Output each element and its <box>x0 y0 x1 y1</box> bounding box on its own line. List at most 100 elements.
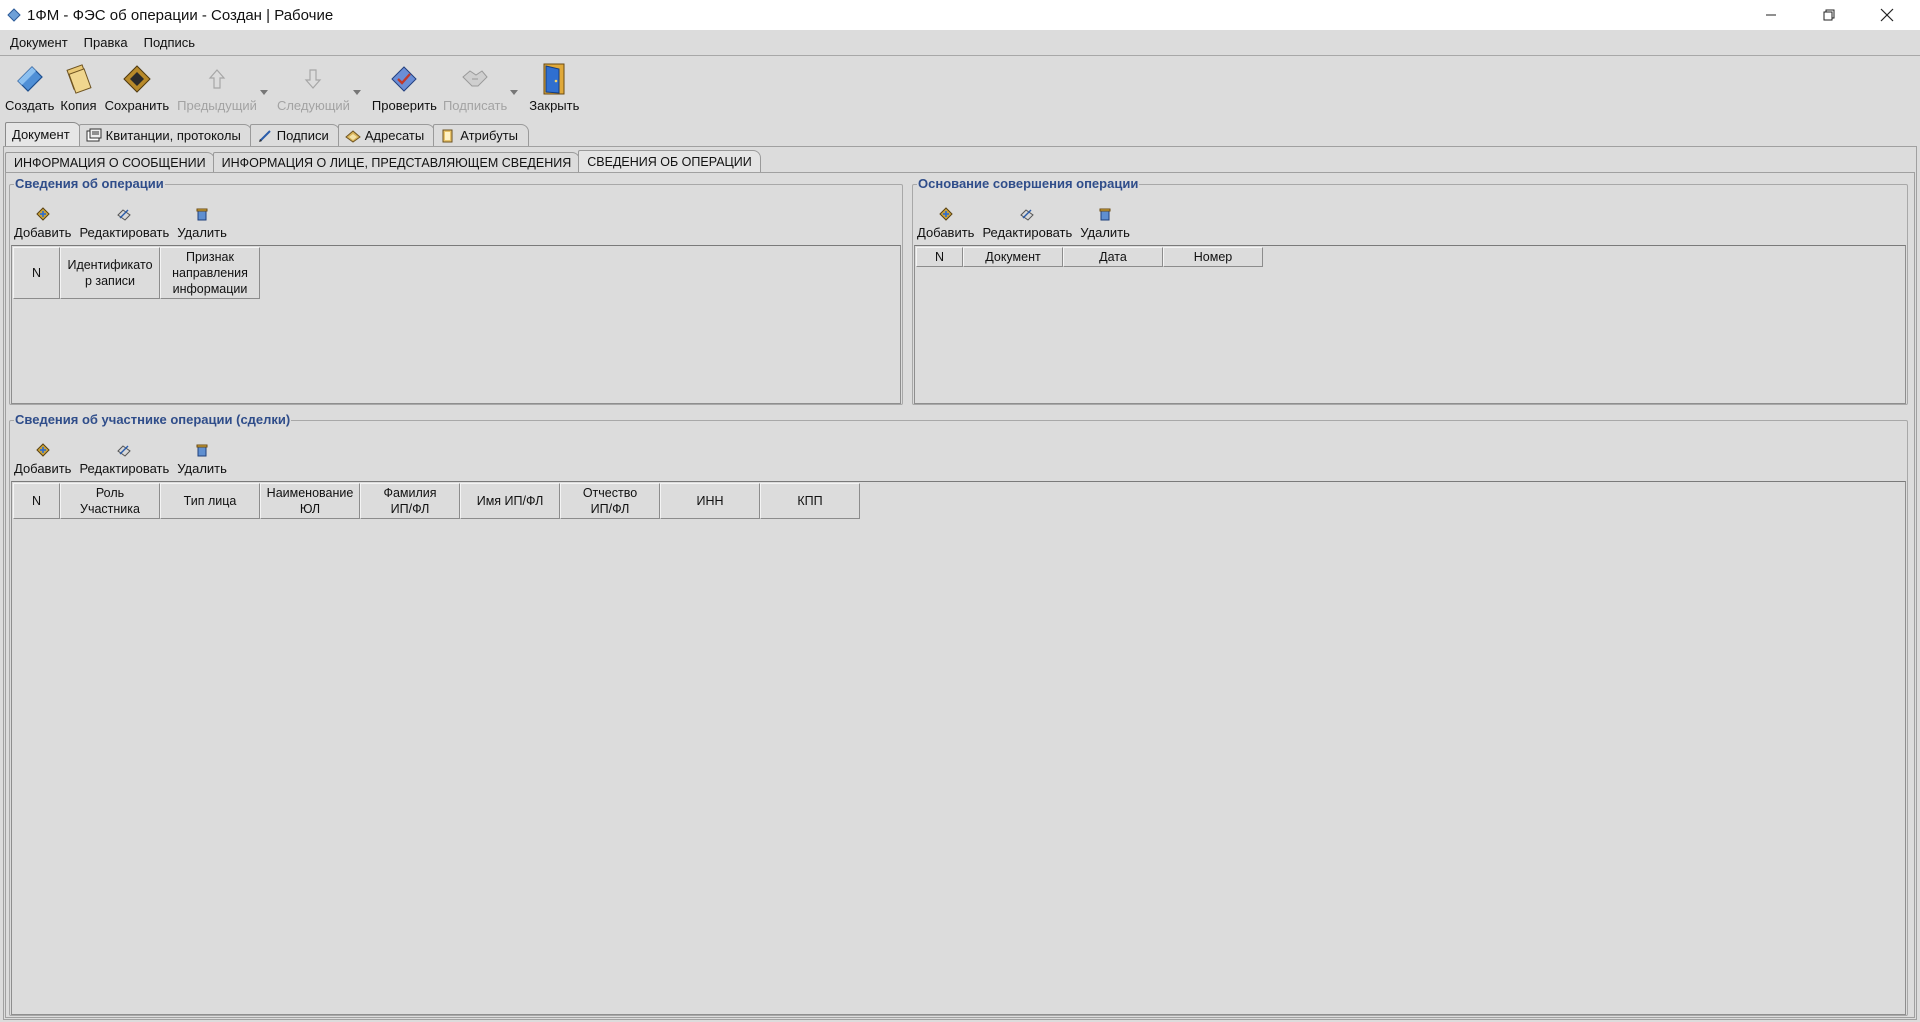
edit-icon <box>117 209 132 221</box>
main-tabs: Документ Квитанции, протоколы Подписи Ад… <box>0 122 1920 146</box>
column-header-surname[interactable]: Фамилия ИП/ФЛ <box>360 483 460 519</box>
next-button[interactable]: Следующий <box>277 57 350 117</box>
attributes-icon <box>442 129 453 142</box>
column-header-person-type[interactable]: Тип лица <box>160 483 260 519</box>
column-header-document[interactable]: Документ <box>963 247 1063 267</box>
tab-message-info[interactable]: ИНФОРМАЦИЯ О СООБЩЕНИИ <box>5 152 215 172</box>
operations-edit-button[interactable]: Редактировать <box>79 205 169 240</box>
check-label: Проверить <box>371 98 437 113</box>
column-header-n[interactable]: N <box>13 483 60 519</box>
column-header-role[interactable]: Роль Участника <box>60 483 160 519</box>
basis-table[interactable]: N Документ Дата Номер <box>914 245 1906 404</box>
create-label: Создать <box>5 98 55 113</box>
basis-add-label: Добавить <box>917 225 975 240</box>
section-tabs: ИНФОРМАЦИЯ О СООБЩЕНИИ ИНФОРМАЦИЯ О ЛИЦЕ… <box>5 150 761 172</box>
close-window-button[interactable] <box>1864 0 1910 30</box>
operations-edit-label: Редактировать <box>79 225 170 240</box>
column-header-record-id[interactable]: Идентификато р записи <box>60 247 160 299</box>
door-exit-icon <box>543 63 565 95</box>
participants-delete-label: Удалить <box>177 461 227 476</box>
sign-handshake-icon <box>462 70 488 87</box>
copy-button[interactable]: Копия <box>60 57 97 117</box>
column-header-legal-name[interactable]: Наименование ЮЛ <box>260 483 360 519</box>
column-header-date[interactable]: Дата <box>1063 247 1163 267</box>
participants-edit-label: Редактировать <box>79 461 170 476</box>
menu-edit[interactable]: Правка <box>76 35 136 50</box>
tab-operation-info[interactable]: СВЕДЕНИЯ ОБ ОПЕРАЦИИ <box>578 150 761 172</box>
column-header-number[interactable]: Номер <box>1163 247 1263 267</box>
basis-group: Основание совершения операции Добавить Р… <box>912 176 1908 405</box>
operations-delete-button[interactable]: Удалить <box>177 205 227 240</box>
tab-signatures[interactable]: Подписи <box>249 124 340 146</box>
window-title: 1ФМ - ФЭС об операции - Создан | Рабочие <box>27 6 334 24</box>
menu-bar: Документ Правка Подпись <box>0 30 1920 56</box>
delete-icon <box>1099 208 1111 221</box>
basis-delete-button[interactable]: Удалить <box>1080 205 1130 240</box>
sign-button[interactable]: Подписать <box>443 57 507 117</box>
previous-dropdown[interactable] <box>257 57 271 117</box>
chevron-down-icon <box>352 89 361 95</box>
column-header-direction-flag[interactable]: Признак направления информации <box>160 247 260 299</box>
check-document-icon <box>391 66 418 92</box>
menu-signature[interactable]: Подпись <box>136 35 203 50</box>
delete-icon <box>196 208 208 221</box>
tab-attributes[interactable]: Атрибуты <box>433 124 529 146</box>
column-header-patronymic[interactable]: Отчество ИП/ФЛ <box>560 483 660 519</box>
create-icon <box>16 66 43 92</box>
operations-table[interactable]: N Идентификато р записи Признак направлени… <box>11 245 901 404</box>
column-header-first-name[interactable]: Имя ИП/ФЛ <box>460 483 560 519</box>
previous-button[interactable]: Предыдущий <box>177 57 257 117</box>
basis-table-header: N Документ Дата Номер <box>916 247 1263 267</box>
menu-document[interactable]: Документ <box>0 35 76 50</box>
pen-icon <box>258 129 271 142</box>
tab-document-label: Документ <box>12 127 70 142</box>
operations-add-button[interactable]: Добавить <box>14 205 71 240</box>
next-dropdown[interactable] <box>350 57 364 117</box>
close-icon <box>1880 8 1894 22</box>
tab-attributes-label: Атрибуты <box>460 128 518 143</box>
tab-receipts[interactable]: Квитанции, протоколы <box>78 124 252 146</box>
save-icon <box>123 65 151 93</box>
column-header-inn[interactable]: ИНН <box>660 483 760 519</box>
chevron-down-icon <box>259 89 268 95</box>
sign-dropdown[interactable] <box>507 57 521 117</box>
minimize-button[interactable] <box>1748 0 1794 30</box>
create-button[interactable]: Создать <box>5 57 54 117</box>
addressees-icon <box>344 129 361 143</box>
close-button[interactable]: Закрыть <box>529 57 579 117</box>
column-header-kpp[interactable]: КПП <box>760 483 860 519</box>
participants-add-button[interactable]: Добавить <box>14 441 71 476</box>
participants-edit-button[interactable]: Редактировать <box>79 441 169 476</box>
basis-edit-button[interactable]: Редактировать <box>982 205 1072 240</box>
column-header-n[interactable]: N <box>13 247 60 299</box>
operations-group-title: Сведения об операции <box>14 176 165 191</box>
operations-add-label: Добавить <box>14 225 72 240</box>
participants-table[interactable]: N Роль Участника Тип лица Наименование ЮЛ … <box>11 481 1906 1015</box>
operations-delete-label: Удалить <box>177 225 227 240</box>
restore-icon <box>1823 9 1835 21</box>
check-button[interactable]: Проверить <box>372 57 437 117</box>
tab-receipts-label: Квитанции, протоколы <box>105 128 241 143</box>
participants-add-label: Добавить <box>14 461 72 476</box>
tab-document[interactable]: Документ <box>5 122 81 146</box>
copy-label: Копия <box>60 98 97 113</box>
basis-delete-label: Удалить <box>1080 225 1130 240</box>
tab-addressees[interactable]: Адресаты <box>337 124 436 146</box>
delete-icon <box>196 444 208 457</box>
copy-icon <box>66 64 93 94</box>
operations-group: Сведения об операции Добавить Редактиров… <box>9 176 903 405</box>
participants-delete-button[interactable]: Удалить <box>177 441 227 476</box>
save-button[interactable]: Сохранить <box>105 57 169 117</box>
participants-actions: Добавить Редактировать Удалить <box>14 441 235 476</box>
tab-addressees-label: Адресаты <box>364 128 425 143</box>
edit-icon <box>117 445 132 457</box>
basis-add-button[interactable]: Добавить <box>917 205 974 240</box>
operations-table-header: N Идентификато р записи Признак направлени… <box>13 247 260 299</box>
arrow-down-icon <box>305 69 322 89</box>
restore-button[interactable] <box>1806 0 1852 30</box>
window-titlebar: 1ФМ - ФЭС об операции - Создан | Рабочие <box>0 0 1920 30</box>
minimize-icon <box>1766 14 1776 16</box>
tab-reporter-info[interactable]: ИНФОРМАЦИЯ О ЛИЦЕ, ПРЕДСТАВЛЯЮЩЕМ СВЕДЕН… <box>212 152 581 172</box>
participants-group: Сведения об участнике операции (сделки) … <box>9 412 1908 1016</box>
column-header-n[interactable]: N <box>916 247 963 267</box>
